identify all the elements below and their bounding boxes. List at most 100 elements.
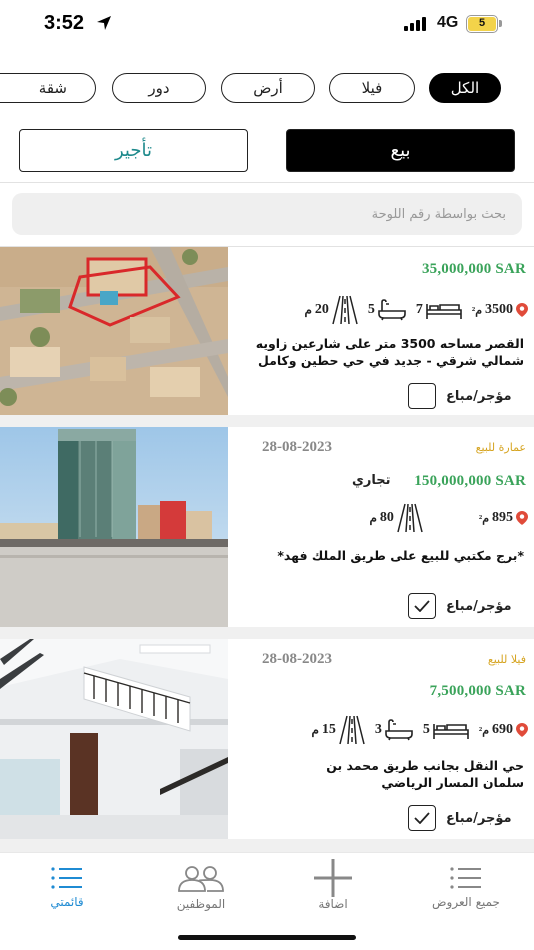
listing-date: 28-08-2023: [262, 651, 332, 667]
listing-price: 150,000,000 SAR: [414, 473, 526, 489]
chip-land[interactable]: أرض: [221, 73, 315, 103]
card-separator: [0, 839, 534, 852]
bathrooms-stat: 5: [368, 299, 406, 321]
road-icon: [397, 503, 423, 533]
users-icon: [178, 866, 224, 892]
area-unit: م²: [478, 724, 489, 737]
listing-usage: تجاري: [352, 473, 391, 488]
tab-sale[interactable]: بيع: [286, 129, 515, 172]
listing-stats: 3500 م² 7 5 20 م: [304, 295, 528, 325]
home-indicator[interactable]: [178, 935, 356, 940]
area-stat: 690 م²: [479, 722, 528, 738]
bedrooms-stat: 7: [416, 300, 462, 320]
bedrooms-stat: 5: [423, 720, 469, 740]
chip-all[interactable]: الكل: [429, 73, 501, 103]
location-pin-icon: [516, 303, 528, 317]
nav-employees[interactable]: الموظفين: [146, 865, 256, 911]
category-chips: الكل فيلا أرض دور شقة: [0, 73, 534, 105]
rented-sold-toggle[interactable]: مؤجر/مباع: [408, 593, 512, 619]
villa-interior-photo: [0, 639, 228, 839]
street-width-value: 15: [321, 722, 336, 737]
listing-card[interactable]: 35,000,000 SAR 3500 م² 7 5 20 م القصر مس…: [0, 247, 534, 415]
nav-my-list[interactable]: قائمتي: [12, 865, 122, 909]
network-type: 4G: [437, 14, 459, 31]
bedrooms-value: 5: [422, 722, 430, 737]
street-width-stat: 80 م: [369, 503, 423, 533]
rented-sold-checkbox[interactable]: [408, 593, 436, 619]
bathrooms-value: 3: [374, 722, 382, 737]
width-unit: م: [304, 302, 312, 317]
nav-add[interactable]: اضافة: [278, 859, 388, 911]
listing-info: عمارة للبيع 28-08-2023 150,000,000 SAR ت…: [232, 427, 534, 627]
status-time: 3:52: [44, 12, 85, 34]
area-unit: م²: [478, 512, 489, 525]
card-separator: [0, 627, 534, 639]
list-icon: [450, 867, 481, 889]
location-arrow-icon: [97, 16, 111, 30]
bathtub-icon: [378, 299, 406, 321]
listing-description: حي النقل بجانب طريق محمد بن سلمان المسار…: [326, 758, 524, 790]
status-bar: 3:52 4G 5: [0, 0, 534, 50]
tab-rent[interactable]: تأجير: [19, 129, 248, 172]
width-unit: م: [369, 510, 377, 525]
listing-info: فيلا للبيع 28-08-2023 7,500,000 SAR 690 …: [232, 639, 534, 839]
card-separator: [0, 415, 534, 427]
bed-icon: [433, 724, 469, 739]
rented-sold-toggle[interactable]: مؤجر/مباع: [408, 383, 512, 409]
battery-level: 5: [468, 17, 496, 31]
chip-apartment[interactable]: شقة: [0, 73, 96, 103]
listing-type: عمارة للبيع: [475, 441, 526, 454]
width-unit: م: [311, 722, 319, 737]
bathrooms-value: 5: [367, 302, 375, 317]
listing-card[interactable]: عمارة للبيع 28-08-2023 150,000,000 SAR ت…: [0, 427, 534, 627]
area-stat: 895 م²: [479, 510, 528, 526]
battery-icon: 5: [466, 15, 502, 33]
area-value: 690: [492, 722, 513, 737]
rented-sold-label: مؤجر/مباع: [446, 388, 512, 404]
nav-label: قائمتي: [50, 895, 84, 909]
listing-date: 28-08-2023: [262, 439, 332, 455]
my-list-icon: [51, 867, 82, 889]
divider: [0, 182, 534, 183]
bedrooms-value: 7: [415, 302, 423, 317]
plus-icon: [314, 859, 352, 897]
location-pin-icon: [516, 723, 528, 737]
checkmark-icon: [414, 812, 430, 824]
nav-all-offers[interactable]: جميع العروض: [411, 865, 521, 909]
rented-sold-toggle[interactable]: مؤجر/مباع: [408, 805, 512, 831]
listing-price: 35,000,000 SAR: [421, 261, 526, 277]
chip-floor[interactable]: دور: [112, 73, 206, 103]
chip-villa[interactable]: فيلا: [329, 73, 415, 103]
nav-label: الموظفين: [176, 897, 226, 911]
street-width-stat: 20 م: [304, 295, 358, 325]
office-tower-photo: [0, 427, 228, 627]
bathtub-icon: [385, 719, 413, 741]
area-value: 3500: [485, 302, 513, 317]
rented-sold-checkbox[interactable]: [408, 805, 436, 831]
listing-info: 35,000,000 SAR 3500 م² 7 5 20 م القصر مس…: [232, 247, 534, 415]
listing-card[interactable]: فيلا للبيع 28-08-2023 7,500,000 SAR 690 …: [0, 639, 534, 839]
rented-sold-checkbox[interactable]: [408, 383, 436, 409]
listing-type: فيلا للبيع: [487, 653, 526, 666]
bed-icon: [426, 304, 462, 319]
area-value: 895: [492, 510, 513, 525]
street-width-value: 20: [314, 302, 329, 317]
location-pin-icon: [516, 511, 528, 525]
street-width-value: 80: [379, 510, 394, 525]
nav-label: اضافة: [318, 897, 348, 911]
nav-label: جميع العروض: [432, 895, 500, 909]
rented-sold-label: مؤجر/مباع: [446, 810, 512, 826]
road-icon: [332, 295, 358, 325]
aerial-map-photo: [0, 247, 228, 415]
listing-stats: 690 م² 5 3 15 م: [311, 715, 528, 745]
street-width-stat: 15 م: [311, 715, 365, 745]
listing-price: 7,500,000 SAR: [429, 683, 526, 699]
signal-icon: [404, 17, 426, 31]
bathrooms-stat: 3: [375, 719, 413, 741]
rented-sold-label: مؤجر/مباع: [446, 598, 512, 614]
area-stat: 3500 م²: [472, 302, 528, 318]
listing-stats: 895 م² 80 م: [369, 503, 528, 533]
plate-search-input[interactable]: [12, 193, 522, 235]
area-unit: م²: [471, 304, 482, 317]
road-icon: [339, 715, 365, 745]
